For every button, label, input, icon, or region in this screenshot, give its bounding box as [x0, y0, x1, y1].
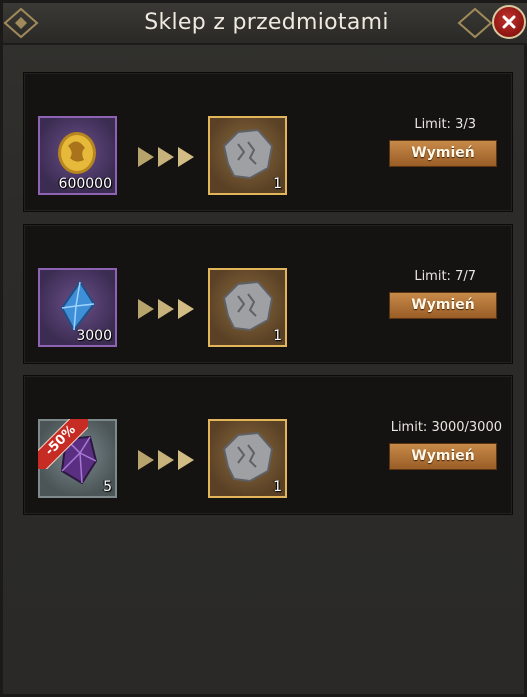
limit-text: Limit: 3/3: [414, 117, 476, 132]
item-shop-window: Sklep z przedmiotami 600000 1 Limit: 3/3…: [0, 0, 527, 697]
exchange-row: 600000 1 Limit: 3/3 Wymień: [23, 72, 513, 212]
exchange-button[interactable]: Wymień: [389, 140, 497, 167]
exchange-button[interactable]: Wymień: [389, 292, 497, 319]
output-count: 1: [273, 176, 282, 192]
exchange-row: -50% 5 1 Limit: 3000/3000 Wymień: [23, 375, 513, 515]
input-item-slot[interactable]: 600000: [38, 116, 117, 195]
input-item-slot[interactable]: 3000: [38, 268, 117, 347]
exchange-button[interactable]: Wymień: [389, 443, 497, 470]
arrows-icon: [138, 147, 194, 167]
output-item-slot[interactable]: 1: [208, 268, 287, 347]
output-item-slot[interactable]: 1: [208, 419, 287, 498]
close-button[interactable]: [492, 5, 526, 39]
input-count: 5: [103, 479, 112, 495]
limit-text: Limit: 3000/3000: [390, 420, 502, 435]
output-count: 1: [273, 479, 282, 495]
output-count: 1: [273, 328, 282, 344]
arrows-icon: [138, 299, 194, 319]
arrows-icon: [138, 450, 194, 470]
discount-badge: -50%: [38, 419, 88, 469]
input-count: 3000: [76, 328, 112, 344]
discount-label: -50%: [38, 419, 88, 469]
close-icon: [502, 15, 516, 29]
input-count: 600000: [58, 176, 112, 192]
limit-text: Limit: 7/7: [414, 269, 476, 284]
input-item-slot[interactable]: -50% 5: [38, 419, 117, 498]
window-header: Sklep z przedmiotami: [3, 3, 527, 45]
page-title: Sklep z przedmiotami: [144, 10, 389, 35]
output-item-slot[interactable]: 1: [208, 116, 287, 195]
exchange-row: 3000 1 Limit: 7/7 Wymień: [23, 224, 513, 364]
